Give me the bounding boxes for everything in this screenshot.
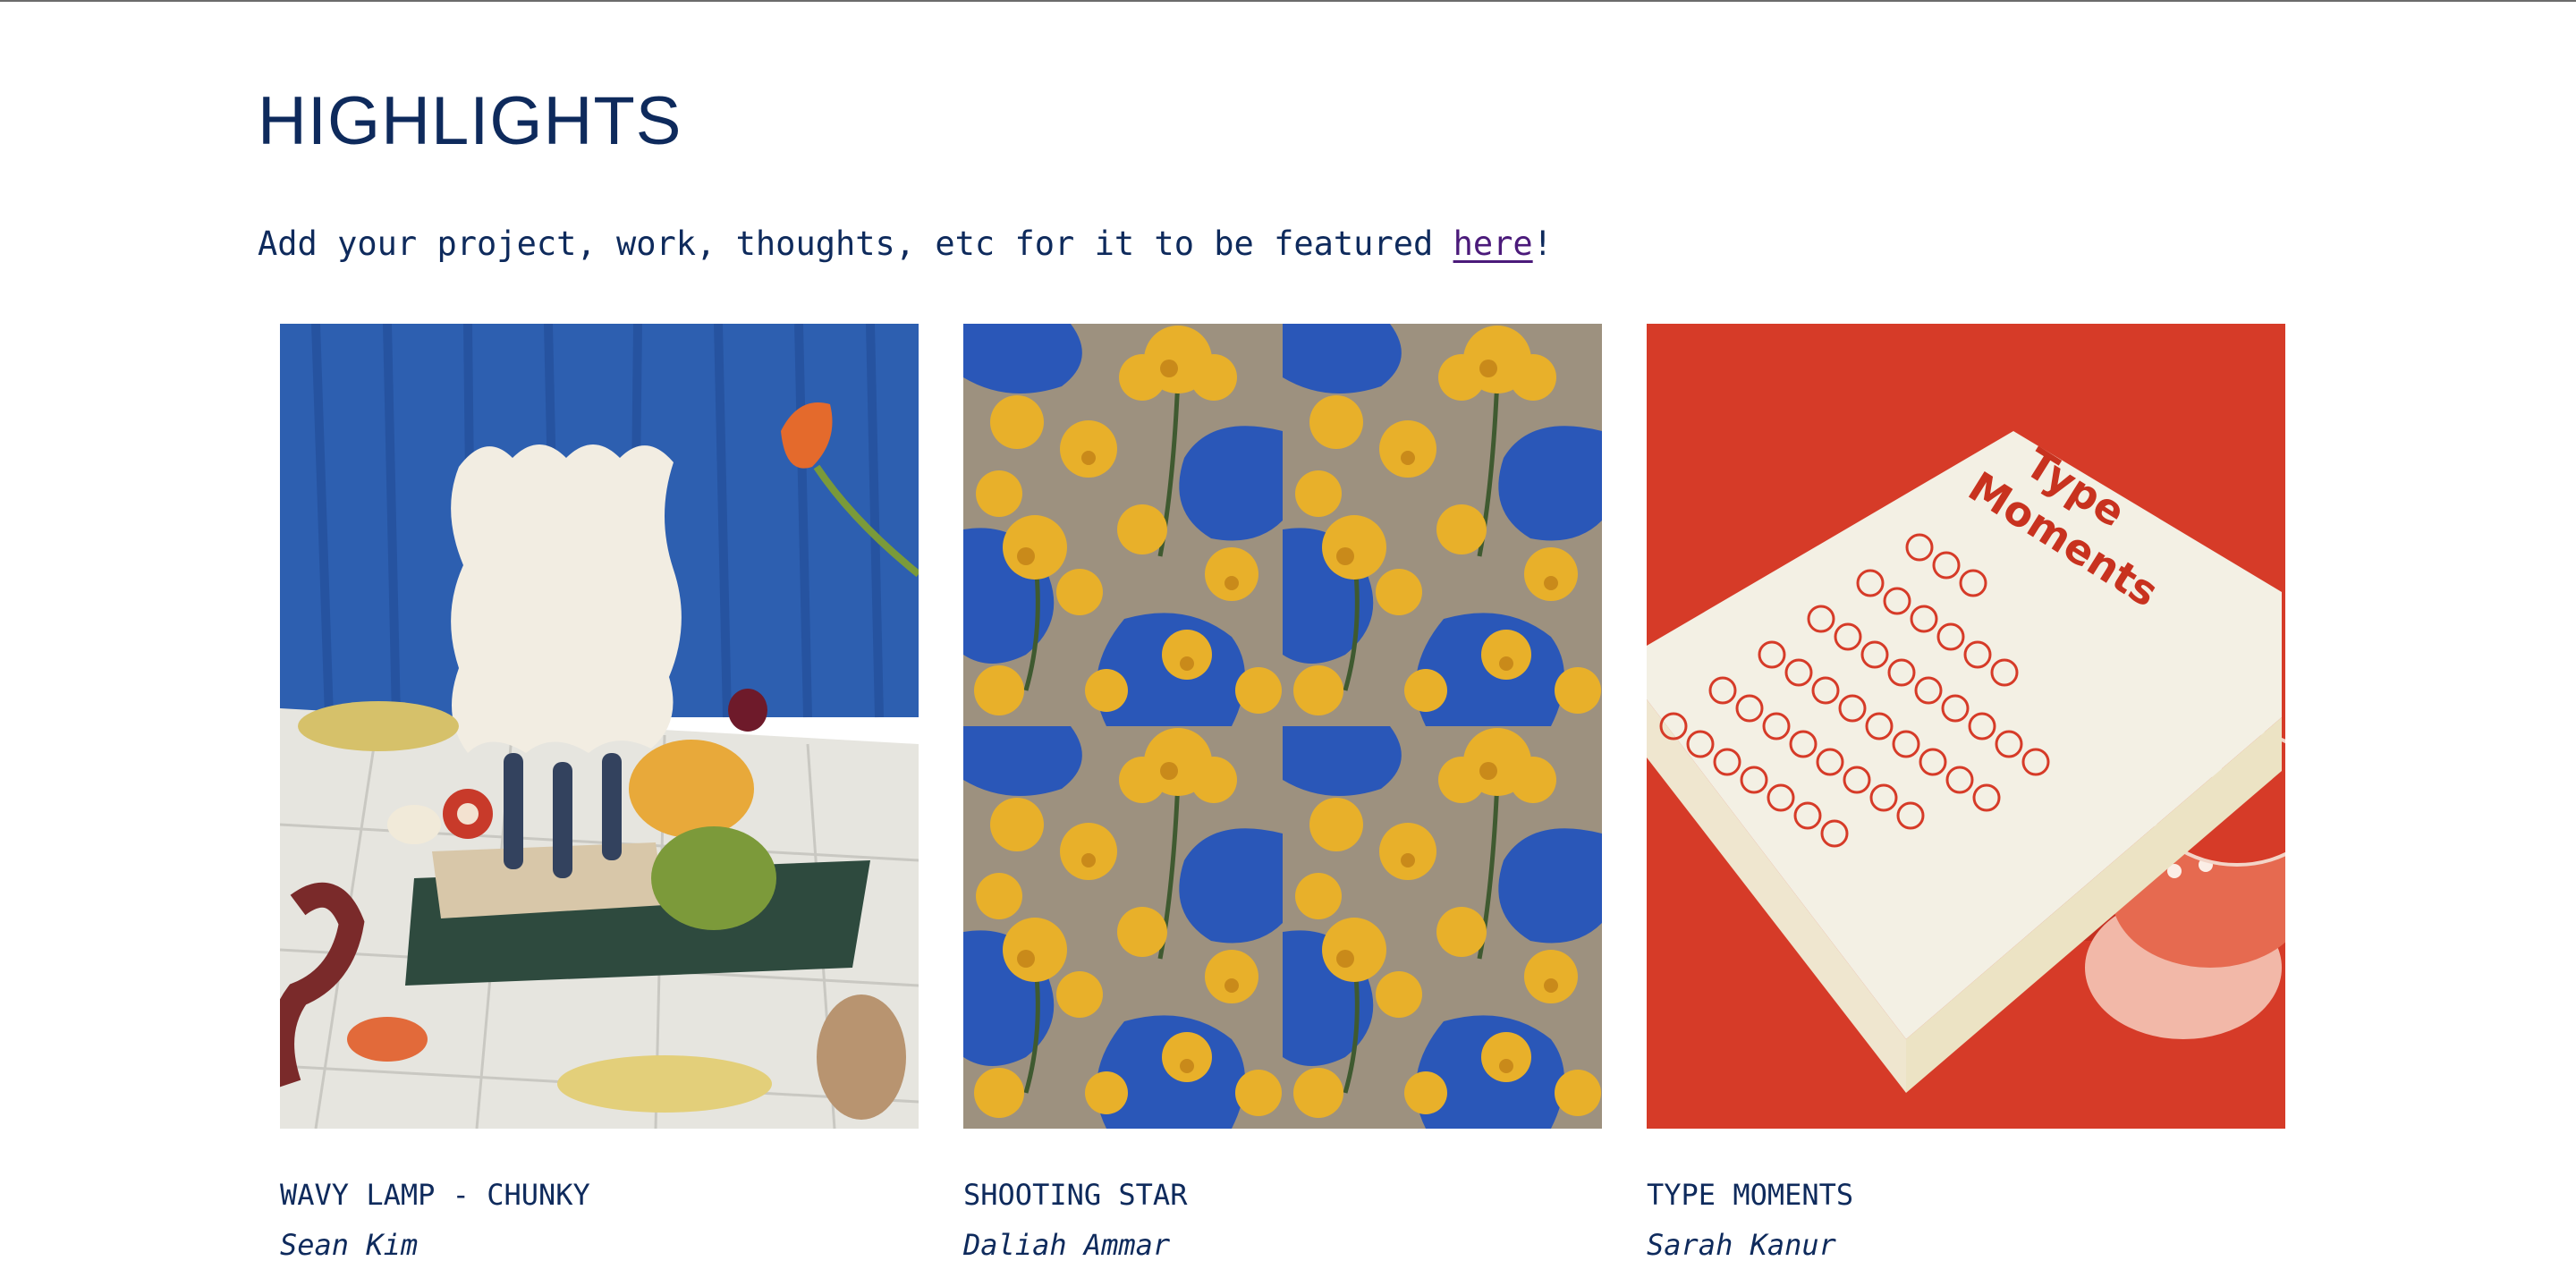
card-title[interactable]: SHOOTING STAR [963,1181,1602,1209]
intro-text-tail: ! [1532,224,1553,263]
highlight-card-shooting-star[interactable]: SHOOTING STAR Daliah Ammar [963,324,1602,1259]
floral-pattern-image [963,324,1602,1129]
card-author: Sarah Kanur [1647,1228,1836,1261]
card-image-link-shooting-star[interactable] [963,324,1602,1129]
intro-text: Add your project, work, thoughts, etc fo… [258,227,1553,260]
highlight-card-wavy-lamp[interactable]: WAVY LAMP - CHUNKY Sean Kim [280,324,919,1259]
page-title: HIGHLIGHTS [258,83,682,159]
card-title[interactable]: TYPE MOMENTS [1647,1181,2285,1209]
highlight-card-type-moments[interactable]: Type Moments TYPE MOMENTS Sarah Kanur [1647,324,2285,1259]
type-moments-book-image: Type Moments [1647,324,2285,1129]
card-author: Daliah Ammar [963,1228,1171,1261]
card-author: Sean Kim [280,1228,419,1261]
intro-text-lead: Add your project, work, thoughts, etc fo… [258,224,1453,263]
card-image-link-type-moments[interactable]: Type Moments [1647,324,2285,1129]
featured-link[interactable]: here [1453,224,1533,263]
lamp-still-life-image [280,324,919,1129]
card-title[interactable]: WAVY LAMP - CHUNKY [280,1181,919,1209]
card-image-link-wavy-lamp[interactable] [280,324,919,1129]
